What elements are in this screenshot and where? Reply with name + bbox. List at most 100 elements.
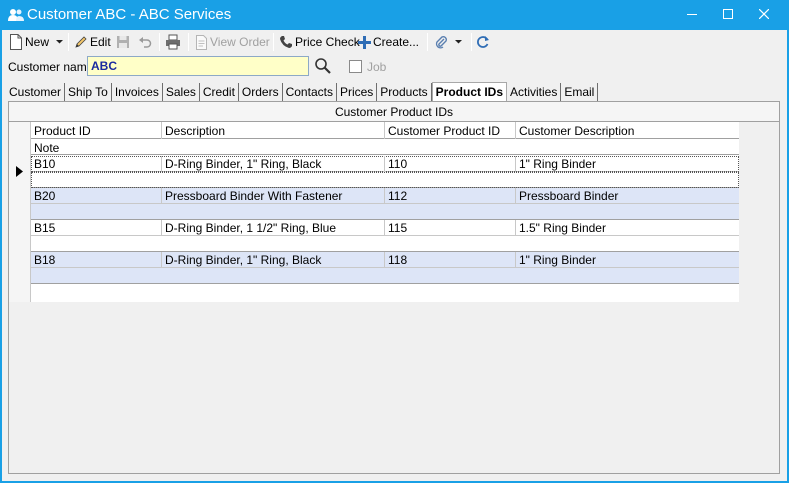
cell-customer-description[interactable]: Pressboard Binder bbox=[516, 188, 739, 204]
grid-header: Product ID Description Customer Product … bbox=[31, 122, 739, 139]
create-button[interactable]: Create... bbox=[358, 32, 419, 52]
table-row[interactable]: B10 D-Ring Binder, 1" Ring, Black 110 1"… bbox=[31, 156, 739, 188]
customer-name-input[interactable] bbox=[87, 56, 309, 76]
cell-description[interactable]: D-Ring Binder, 1" Ring, Black bbox=[162, 156, 385, 172]
job-label: Job bbox=[367, 60, 387, 74]
undo-icon bbox=[139, 37, 152, 48]
customer-window: Customer ABC - ABC Services New Edit Vie… bbox=[0, 0, 789, 483]
new-document-icon bbox=[10, 34, 22, 50]
cell-product-id[interactable]: B15 bbox=[31, 220, 162, 236]
tab-activities[interactable]: Activities bbox=[507, 83, 562, 101]
document-view-icon bbox=[196, 34, 207, 50]
cell-customer-product-id[interactable]: 110 bbox=[385, 156, 516, 172]
edit-button[interactable]: Edit bbox=[74, 32, 111, 52]
tab-orders[interactable]: Orders bbox=[239, 83, 283, 101]
cell-description[interactable]: Pressboard Binder With Fastener bbox=[162, 188, 385, 204]
customer-name-label: Customer name bbox=[8, 60, 94, 74]
minimize-button[interactable] bbox=[675, 0, 709, 28]
job-checkbox[interactable] bbox=[349, 60, 362, 73]
cell-customer-description[interactable]: 1" Ring Binder bbox=[516, 252, 739, 268]
row-main-line: B18 D-Ring Binder, 1" Ring, Black 118 1"… bbox=[31, 252, 739, 268]
toolbar-separator bbox=[159, 33, 160, 51]
cell-product-id[interactable]: B10 bbox=[31, 156, 162, 172]
title-bar: Customer ABC - ABC Services bbox=[0, 0, 789, 30]
customer-row: Customer name Job bbox=[2, 56, 787, 78]
window-client-area: New Edit View Order Price Check Create..… bbox=[2, 30, 787, 481]
table-row[interactable]: B15 D-Ring Binder, 1 1/2" Ring, Blue 115… bbox=[31, 220, 739, 252]
cell-note[interactable] bbox=[31, 268, 739, 284]
save-button[interactable] bbox=[116, 32, 130, 52]
plus-icon bbox=[358, 35, 371, 49]
toolbar-separator bbox=[427, 33, 428, 51]
pencil-icon bbox=[75, 36, 87, 48]
cell-product-id[interactable]: B20 bbox=[31, 188, 162, 204]
tab-credit[interactable]: Credit bbox=[200, 83, 239, 101]
toolbar-separator bbox=[273, 33, 274, 51]
cell-note[interactable] bbox=[31, 236, 739, 252]
tab-sales[interactable]: Sales bbox=[163, 83, 200, 101]
cell-customer-product-id[interactable]: 118 bbox=[385, 252, 516, 268]
tab-product-ids[interactable]: Product IDs bbox=[431, 82, 507, 101]
price-check-label: Price Check bbox=[295, 35, 360, 49]
cell-customer-description[interactable]: 1" Ring Binder bbox=[516, 156, 739, 172]
tab-ship-to[interactable]: Ship To bbox=[65, 83, 112, 101]
attachment-button[interactable] bbox=[434, 32, 463, 52]
search-icon bbox=[315, 58, 331, 74]
row-main-line: B10 D-Ring Binder, 1" Ring, Black 110 1"… bbox=[31, 156, 739, 172]
chevron-down-icon bbox=[455, 40, 462, 44]
minimize-icon bbox=[687, 14, 697, 15]
tab-strip: Customer Ship To Invoices Sales Credit O… bbox=[6, 82, 599, 101]
cell-product-id[interactable]: B18 bbox=[31, 252, 162, 268]
toolbar-separator bbox=[68, 33, 69, 51]
undo-button[interactable] bbox=[138, 32, 152, 52]
row-main-line: B15 D-Ring Binder, 1 1/2" Ring, Blue 115… bbox=[31, 220, 739, 236]
tab-prices[interactable]: Prices bbox=[337, 83, 378, 101]
column-header-description[interactable]: Description bbox=[162, 122, 385, 139]
cell-note[interactable] bbox=[31, 172, 739, 188]
print-button[interactable] bbox=[165, 32, 181, 52]
price-check-button[interactable]: Price Check bbox=[279, 32, 360, 52]
save-icon bbox=[117, 36, 129, 48]
tab-invoices[interactable]: Invoices bbox=[112, 83, 163, 101]
cell-note[interactable] bbox=[31, 204, 739, 220]
refresh-icon bbox=[477, 36, 489, 48]
column-header-product-id[interactable]: Product ID bbox=[31, 122, 162, 139]
printer-icon bbox=[166, 34, 180, 50]
maximize-icon bbox=[723, 9, 733, 19]
table-row[interactable]: B20 Pressboard Binder With Fastener 112 … bbox=[31, 188, 739, 220]
table-row[interactable]: B18 D-Ring Binder, 1" Ring, Black 118 1"… bbox=[31, 252, 739, 284]
current-row-arrow-icon bbox=[16, 166, 23, 177]
row-indicator-column bbox=[9, 122, 31, 302]
new-button[interactable]: New bbox=[9, 32, 64, 52]
cell-description[interactable]: D-Ring Binder, 1 1/2" Ring, Blue bbox=[162, 220, 385, 236]
maximize-button[interactable] bbox=[711, 0, 745, 28]
tab-contacts[interactable]: Contacts bbox=[283, 83, 337, 101]
cell-customer-product-id[interactable]: 112 bbox=[385, 188, 516, 204]
grid-caption: Customer Product IDs bbox=[9, 102, 779, 122]
column-header-customer-description[interactable]: Customer Description bbox=[516, 122, 739, 139]
cell-description[interactable]: D-Ring Binder, 1" Ring, Black bbox=[162, 252, 385, 268]
phone-icon bbox=[280, 36, 292, 48]
tab-customer[interactable]: Customer bbox=[6, 83, 66, 101]
new-label: New bbox=[25, 35, 50, 49]
view-order-button[interactable]: View Order bbox=[195, 32, 270, 52]
column-header-note[interactable]: Note bbox=[31, 139, 739, 155]
toolbar: New Edit View Order Price Check Create..… bbox=[2, 30, 787, 54]
column-header-customer-product-id[interactable]: Customer Product ID bbox=[385, 122, 516, 139]
toolbar-separator bbox=[471, 33, 472, 51]
refresh-button[interactable] bbox=[476, 32, 490, 52]
search-button[interactable] bbox=[314, 57, 332, 75]
toolbar-separator bbox=[188, 33, 189, 51]
create-label: Create... bbox=[373, 35, 420, 49]
product-ids-panel: Customer Product IDs Product ID Descript… bbox=[8, 101, 780, 474]
close-button[interactable] bbox=[747, 0, 781, 28]
view-order-label: View Order bbox=[210, 35, 270, 49]
cell-customer-product-id[interactable]: 115 bbox=[385, 220, 516, 236]
cell-customer-description[interactable]: 1.5" Ring Binder bbox=[516, 220, 739, 236]
tab-email[interactable]: Email bbox=[561, 83, 599, 101]
edit-label: Edit bbox=[90, 35, 111, 49]
close-icon bbox=[759, 9, 769, 19]
paperclip-icon bbox=[435, 36, 447, 49]
tab-products[interactable]: Products bbox=[377, 83, 432, 101]
customers-icon bbox=[8, 9, 24, 21]
